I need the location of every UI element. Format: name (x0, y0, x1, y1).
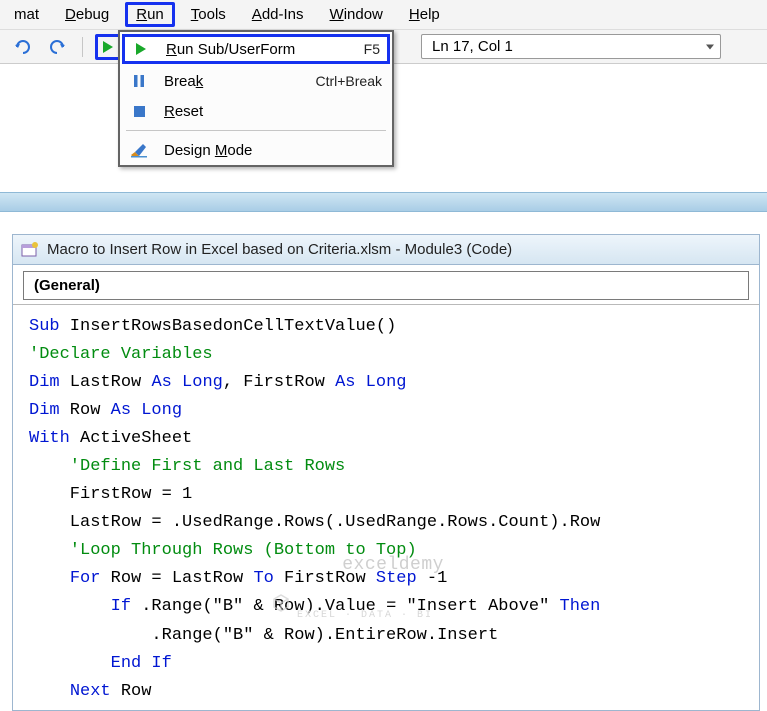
menu-bar: mat Debug Run Tools Add-Ins Window Help (0, 0, 767, 30)
separator (126, 130, 386, 131)
code-window: Macro to Insert Row in Excel based on Cr… (12, 234, 760, 711)
separator (82, 37, 83, 57)
menu-break[interactable]: Break Ctrl+Break (120, 66, 392, 96)
menu-item-label: Break (164, 73, 315, 90)
menu-item-label: Run Sub/UserForm (166, 41, 364, 58)
menu-item-shortcut: Ctrl+Break (315, 73, 382, 89)
menu-tools[interactable]: Tools (181, 2, 236, 27)
menu-reset[interactable]: Reset (120, 96, 392, 126)
play-icon (130, 40, 152, 58)
code-editor[interactable]: Sub InsertRowsBasedonCellTextValue() 'De… (13, 304, 759, 710)
menu-window[interactable]: Window (320, 2, 393, 27)
procedure-selector-row: (General) (13, 265, 759, 304)
object-dropdown[interactable]: (General) (23, 271, 749, 300)
redo-button[interactable] (44, 34, 70, 60)
menu-addins[interactable]: Add-Ins (242, 2, 314, 27)
menu-item-shortcut: F5 (364, 41, 380, 57)
stop-icon (128, 102, 150, 120)
undo-button[interactable] (10, 34, 36, 60)
menu-design-mode[interactable]: Design Mode (120, 135, 392, 165)
menu-run-sub[interactable]: Run Sub/UserForm F5 (122, 34, 390, 64)
undo-icon (14, 39, 32, 55)
menu-item-label: Reset (164, 103, 382, 120)
divider-bar (0, 192, 767, 212)
design-icon (128, 141, 150, 159)
menu-run[interactable]: Run (125, 2, 175, 27)
run-menu-dropdown: Run Sub/UserForm F5 Break Ctrl+Break Res… (118, 30, 394, 167)
pause-icon (128, 72, 150, 90)
menu-debug[interactable]: Debug (55, 2, 119, 27)
menu-item-label: Design Mode (164, 142, 382, 159)
module-icon (21, 242, 39, 258)
menu-format[interactable]: mat (4, 2, 49, 27)
code-window-title: Macro to Insert Row in Excel based on Cr… (47, 241, 512, 258)
cursor-position[interactable]: Ln 17, Col 1 (421, 34, 721, 59)
redo-icon (48, 39, 66, 55)
code-window-titlebar: Macro to Insert Row in Excel based on Cr… (13, 235, 759, 265)
menu-help[interactable]: Help (399, 2, 450, 27)
play-icon (102, 40, 114, 54)
